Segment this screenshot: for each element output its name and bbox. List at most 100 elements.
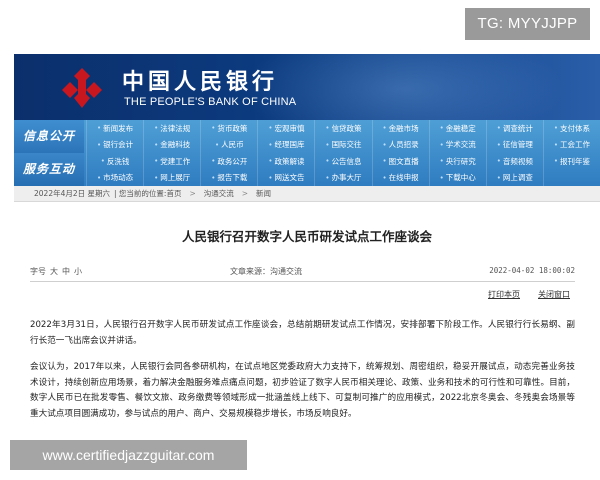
nav-link[interactable]: • 金融稳定	[428, 120, 486, 137]
nav-bullet-icon: •	[100, 157, 105, 166]
nav-link[interactable]: • 公告信息	[314, 153, 371, 170]
nav-link[interactable]: • 网送文告	[257, 169, 314, 186]
nav-link-label: 人民币	[221, 140, 244, 150]
print-page-link[interactable]: 打印本页	[488, 289, 520, 300]
nav-link[interactable]: • 征信管理	[485, 136, 543, 153]
nav-link[interactable]: • 政策解读	[257, 153, 314, 170]
nav-link[interactable]: • 报刊年鉴	[542, 153, 600, 170]
nav-bullet-icon: •	[268, 140, 273, 149]
nav-link-label: 报刊年鉴	[560, 156, 590, 166]
nav-link-label: 图文直播	[388, 156, 419, 166]
nav-link-label: 办事大厅	[331, 173, 362, 183]
nav-link-label: 银行会计	[103, 140, 134, 150]
nav-bullet-icon: •	[325, 124, 330, 133]
nav-link[interactable]: • 工会工作	[542, 136, 600, 153]
nav-link[interactable]: • 党建工作	[143, 153, 200, 170]
nav-link[interactable]: • 政务公开	[200, 153, 257, 170]
article-meta: 字号 大 中 小 文章来源：沟通交流 2022-04-02 18:00:02	[30, 266, 575, 280]
nav-bullet-icon: •	[154, 173, 159, 182]
nav-link-label: 党建工作	[160, 156, 191, 166]
breadcrumb-date: 2022年4月2日 星期六	[34, 189, 111, 198]
nav-link-label: 调查统计	[502, 123, 533, 133]
nav-bullet-icon: •	[325, 157, 330, 166]
nav-link[interactable]: • 新闻发布	[86, 120, 143, 137]
nav-bullet-icon: •	[496, 124, 501, 133]
article-title: 人民银行召开数字人民币研发试点工作座谈会	[181, 229, 432, 244]
nav-bullet-icon: •	[382, 173, 387, 182]
nav-bullet-icon: •	[154, 124, 159, 133]
font-size-medium[interactable]: 中	[62, 266, 70, 277]
nav-link[interactable]: • 信贷政策	[314, 120, 371, 137]
nav-bullet-icon: •	[154, 140, 159, 149]
nav-bullet-icon: •	[211, 157, 216, 166]
nav-link[interactable]: • 网上展厅	[143, 169, 200, 186]
nav-link[interactable]: • 反洗钱	[86, 153, 143, 170]
nav-link[interactable]: • 银行会计	[86, 136, 143, 153]
nav-link[interactable]: • 调查统计	[485, 120, 543, 137]
nav-link[interactable]: • 央行研究	[428, 153, 486, 170]
nav-link[interactable]: • 市场动态	[86, 169, 143, 186]
close-window-link[interactable]: 关闭窗口	[538, 289, 570, 300]
nav-link-label: 公告信息	[331, 156, 362, 166]
nav-section-service[interactable]: 服务互动	[14, 153, 84, 186]
nav-bullet-icon: •	[496, 140, 501, 149]
breadcrumb-item-communication[interactable]: 沟通交流	[204, 188, 234, 199]
nav-bullet-icon: •	[214, 140, 220, 149]
breadcrumb-separator: >	[241, 189, 249, 198]
nav-link[interactable]: • 法律法规	[143, 120, 200, 137]
nav-bullet-icon: •	[439, 157, 444, 166]
nav-bullet-icon: •	[439, 173, 444, 182]
breadcrumb-location[interactable]: | 您当前的位置:首页	[114, 188, 181, 199]
nav-link[interactable]: • 经理国库	[257, 136, 314, 153]
nav-link[interactable]: • 国际交往	[314, 136, 371, 153]
nav-link-label: 金融市场	[388, 123, 419, 133]
nav-bullet-icon: •	[382, 140, 387, 149]
font-size-controls: 字号 大 中 小	[30, 266, 82, 277]
font-size-large[interactable]: 大	[50, 266, 58, 277]
nav-link-label: 新闻发布	[103, 123, 134, 133]
nav-link[interactable]: • 人民币	[200, 136, 257, 153]
nav-link[interactable]: • 宏观审慎	[257, 120, 314, 137]
nav-link-label: 金融科技	[160, 140, 191, 150]
nav-link[interactable]: • 图文直播	[371, 153, 429, 170]
nav-link-label: 网上展厅	[160, 173, 191, 183]
main-nav: 信息公开 服务互动 • 新闻发布 • 法律法规 • 货币政策 • 宏观审慎 • 信贷政策 • 金融市场…	[14, 120, 600, 186]
nav-link-label: 下载中心	[445, 173, 476, 183]
header-banner: 中国人民银行 THE PEOPLE'S BANK OF CHINA	[14, 54, 600, 120]
nav-link-label: 金融稳定	[445, 123, 476, 133]
nav-link[interactable]: • 网上调查	[485, 169, 543, 186]
meta-divider	[30, 281, 575, 282]
nav-bullet-icon: •	[496, 157, 501, 166]
nav-link[interactable]: • 学术交流	[428, 136, 486, 153]
nav-bullet-icon: •	[553, 140, 558, 149]
nav-link-label: 反洗钱	[106, 156, 130, 166]
nav-bullet-icon: •	[382, 124, 387, 133]
nav-section-info-public[interactable]: 信息公开	[14, 120, 84, 153]
nav-link-label: 学术交流	[445, 140, 476, 150]
nav-bullet-icon: •	[325, 140, 330, 149]
nav-link[interactable]: • 报告下载	[200, 169, 257, 186]
article-paragraph-2: 会议认为，2017年以来，人民银行会同各参研机构，在试点地区党委政府大力支持下，…	[30, 362, 575, 419]
nav-bullet-icon: •	[439, 140, 444, 149]
nav-link[interactable]: • 在线申报	[371, 169, 429, 186]
nav-link[interactable]: • 金融市场	[371, 120, 429, 137]
nav-bullet-icon: •	[96, 173, 102, 182]
font-size-small[interactable]: 小	[74, 266, 82, 277]
nav-bullet-icon: •	[553, 157, 558, 166]
nav-link[interactable]: • 下载中心	[428, 169, 486, 186]
nav-bullet-icon: •	[211, 173, 216, 182]
pboc-logo-icon[interactable]	[58, 64, 106, 112]
nav-bullet-icon: •	[96, 140, 102, 149]
breadcrumb-item-news[interactable]: 新闻	[256, 188, 271, 199]
nav-bullet-icon: •	[439, 124, 444, 133]
nav-link[interactable]: • 货币政策	[200, 120, 257, 137]
nav-bullet-icon: •	[382, 157, 387, 166]
nav-link[interactable]: • 支付体系	[542, 120, 600, 137]
article-paragraph-1: 2022年3月31日，人民银行召开数字人民币研发试点工作座谈会，总结前期研发试点…	[30, 320, 575, 346]
nav-link-label: 法律法规	[160, 123, 191, 133]
nav-link[interactable]: • 人员招录	[371, 136, 429, 153]
nav-link[interactable]: • 办事大厅	[314, 169, 371, 186]
nav-link[interactable]: • 音频视频	[485, 153, 543, 170]
nav-link-label: 人员招录	[388, 140, 419, 150]
nav-link[interactable]: • 金融科技	[143, 136, 200, 153]
